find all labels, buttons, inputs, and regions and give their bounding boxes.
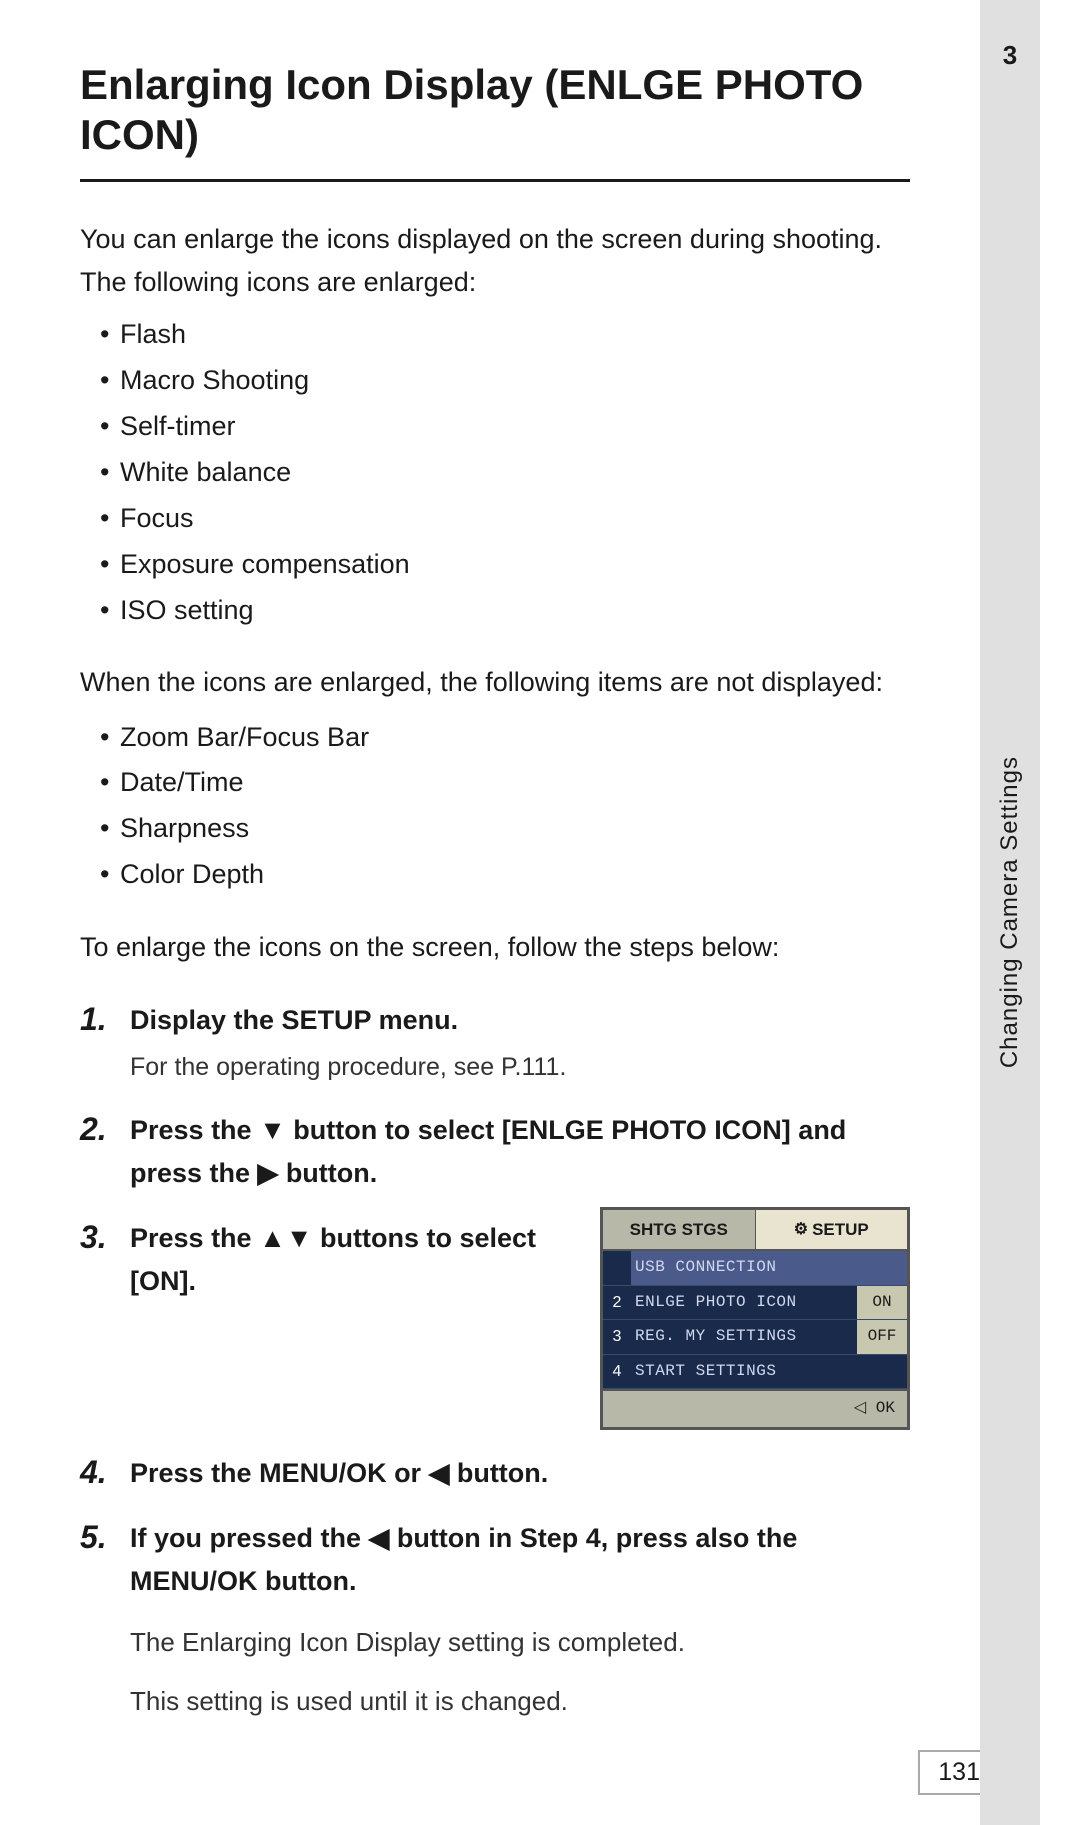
step-5: 5. If you pressed the ◀ button in Step 4… xyxy=(80,1517,910,1723)
row-label: REG. MY SETTINGS xyxy=(631,1320,857,1354)
step-3-content: Press the ▲▼ buttons to select [ON]. SHT… xyxy=(130,1217,910,1430)
camera-row-2: 2 ENLGE PHOTO ICON ON xyxy=(603,1286,907,1321)
list-item: White balance xyxy=(100,450,910,496)
step-2-main: Press the ▼ button to select [ENLGE PHOT… xyxy=(130,1115,846,1188)
step-5-after2: This setting is used until it is changed… xyxy=(130,1681,910,1723)
row-label: USB CONNECTION xyxy=(631,1251,907,1285)
row-label: ENLGE PHOTO ICON xyxy=(631,1286,857,1320)
intro-paragraph1: You can enlarge the icons displayed on t… xyxy=(80,218,910,304)
camera-row-4: 4 START SETTINGS xyxy=(603,1355,907,1390)
camera-tab-setup: ⚙ SETUP xyxy=(756,1210,908,1249)
step-2: 2. Press the ▼ button to select [ENLGE P… xyxy=(80,1109,910,1195)
step-5-content: If you pressed the ◀ button in Step 4, p… xyxy=(130,1517,910,1723)
step-4-content: Press the MENU/OK or ◀ button. xyxy=(130,1452,910,1495)
list-item: Focus xyxy=(100,496,910,542)
step-3-number: 3. xyxy=(80,1217,130,1256)
row-num: 2 xyxy=(603,1286,631,1320)
list-item: Exposure compensation xyxy=(100,542,910,588)
step-1: 1. Display the SETUP menu. For the opera… xyxy=(80,999,910,1086)
step-4-number: 4. xyxy=(80,1452,130,1491)
setup-icon: ⚙ xyxy=(794,1217,808,1243)
list-item: Self-timer xyxy=(100,404,910,450)
camera-screen-rows: USB CONNECTION 2 ENLGE PHOTO ICON ON 3 R… xyxy=(603,1251,907,1389)
camera-screen-footer: ◁ OK xyxy=(603,1389,907,1427)
row-label: START SETTINGS xyxy=(631,1355,907,1389)
list-item: Sharpness xyxy=(100,806,910,852)
page-title: Enlarging Icon Display (ENLGE PHOTO ICON… xyxy=(80,60,910,182)
step-4-main: Press the MENU/OK or ◀ button. xyxy=(130,1458,548,1488)
step-3-main: Press the ▲▼ buttons to select [ON]. xyxy=(130,1223,536,1296)
list-item: Color Depth xyxy=(100,852,910,898)
list-item: Macro Shooting xyxy=(100,358,910,404)
camera-tab-shtg: SHTG STGS xyxy=(603,1210,756,1249)
row-num: 4 xyxy=(603,1355,631,1389)
step-5-main: If you pressed the ◀ button in Step 4, p… xyxy=(130,1523,797,1596)
row-value: ON xyxy=(857,1286,907,1320)
step-5-after1: The Enlarging Icon Display setting is co… xyxy=(130,1622,910,1664)
list-item: Flash xyxy=(100,312,910,358)
camera-screen-header: SHTG STGS ⚙ SETUP xyxy=(603,1210,907,1251)
side-tab: 3 Changing Camera Settings xyxy=(980,0,1040,1825)
steps-section: 1. Display the SETUP menu. For the opera… xyxy=(80,999,910,1722)
intro-paragraph2: When the icons are enlarged, the followi… xyxy=(80,661,910,704)
step-1-main: Display the SETUP menu. xyxy=(130,1005,458,1035)
step-5-number: 5. xyxy=(80,1517,130,1556)
step-2-number: 2. xyxy=(80,1109,130,1148)
row-num: 3 xyxy=(603,1320,631,1354)
camera-row-3: 3 REG. MY SETTINGS OFF xyxy=(603,1320,907,1355)
step-4: 4. Press the MENU/OK or ◀ button. xyxy=(80,1452,910,1495)
intro-paragraph3: To enlarge the icons on the screen, foll… xyxy=(80,926,910,969)
side-tab-label: Changing Camera Settings xyxy=(996,756,1024,1068)
step-1-number: 1. xyxy=(80,999,130,1038)
enlarged-icons-list: Flash Macro Shooting Self-timer White ba… xyxy=(100,312,910,633)
list-item: ISO setting xyxy=(100,588,910,634)
step-1-content: Display the SETUP menu. For the operatin… xyxy=(130,999,910,1086)
step-3: 3. Press the ▲▼ buttons to select [ON]. … xyxy=(80,1217,910,1430)
side-tab-number: 3 xyxy=(980,40,1040,71)
row-value: OFF xyxy=(857,1320,907,1354)
not-displayed-list: Zoom Bar/Focus Bar Date/Time Sharpness C… xyxy=(100,715,910,899)
list-item: Date/Time xyxy=(100,760,910,806)
list-item: Zoom Bar/Focus Bar xyxy=(100,715,910,761)
step-1-sub: For the operating procedure, see P.111. xyxy=(130,1047,910,1087)
step-2-content: Press the ▼ button to select [ENLGE PHOT… xyxy=(130,1109,910,1195)
row-num xyxy=(603,1264,631,1272)
camera-row-1: USB CONNECTION xyxy=(603,1251,907,1286)
camera-screen: SHTG STGS ⚙ SETUP USB CONNECTION xyxy=(600,1207,910,1430)
